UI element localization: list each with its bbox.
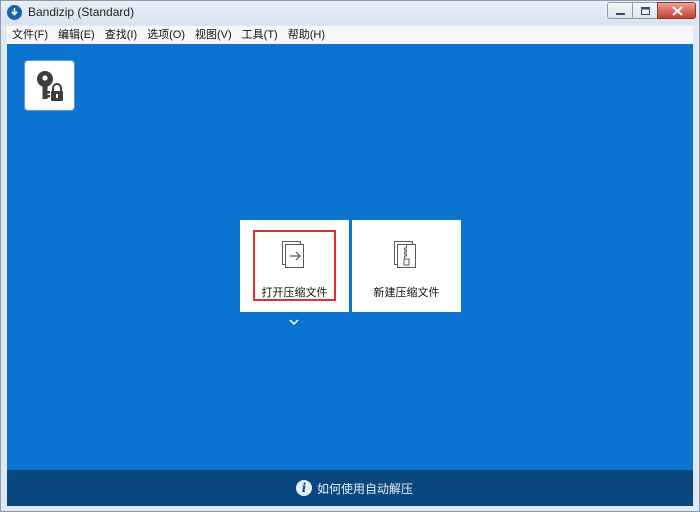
- app-icon: [7, 5, 22, 20]
- new-archive-icon: [394, 241, 416, 268]
- menu-options[interactable]: 选项(O): [142, 26, 190, 44]
- help-bar: i 如何使用自动解压: [7, 470, 693, 506]
- info-icon: i: [296, 480, 312, 496]
- title-bar[interactable]: Bandizip (Standard): [1, 1, 699, 25]
- menu-edit[interactable]: 编辑(E): [53, 26, 100, 44]
- menu-bar: 文件(F) 编辑(E) 查找(I) 选项(O) 视图(V) 工具(T) 帮助(H…: [7, 26, 693, 44]
- new-archive-label: 新建压缩文件: [373, 286, 440, 299]
- close-button[interactable]: [657, 2, 696, 19]
- open-archive-button[interactable]: 打开压缩文件: [240, 220, 349, 312]
- password-manager-button[interactable]: [25, 61, 74, 110]
- maximize-button[interactable]: [632, 2, 658, 19]
- main-area: 打开压缩文件 新建压缩文件: [7, 44, 693, 470]
- open-archive-icon: [282, 241, 304, 268]
- window-title: Bandizip (Standard): [28, 5, 135, 19]
- menu-find[interactable]: 查找(I): [100, 26, 142, 44]
- chevron-down-icon[interactable]: [288, 318, 300, 326]
- menu-help[interactable]: 帮助(H): [283, 26, 330, 44]
- open-archive-label: 打开压缩文件: [261, 286, 328, 299]
- minimize-button[interactable]: [607, 2, 633, 19]
- app-window: Bandizip (Standard) 文件(F) 编辑(E) 查找(I) 选项…: [0, 0, 700, 512]
- auto-extract-help-link[interactable]: 如何使用自动解压: [317, 480, 413, 497]
- key-lock-icon: [37, 71, 63, 101]
- menu-file[interactable]: 文件(F): [7, 26, 53, 44]
- menu-tools[interactable]: 工具(T): [237, 26, 283, 44]
- new-archive-button[interactable]: 新建压缩文件: [352, 220, 461, 312]
- menu-view[interactable]: 视图(V): [190, 26, 237, 44]
